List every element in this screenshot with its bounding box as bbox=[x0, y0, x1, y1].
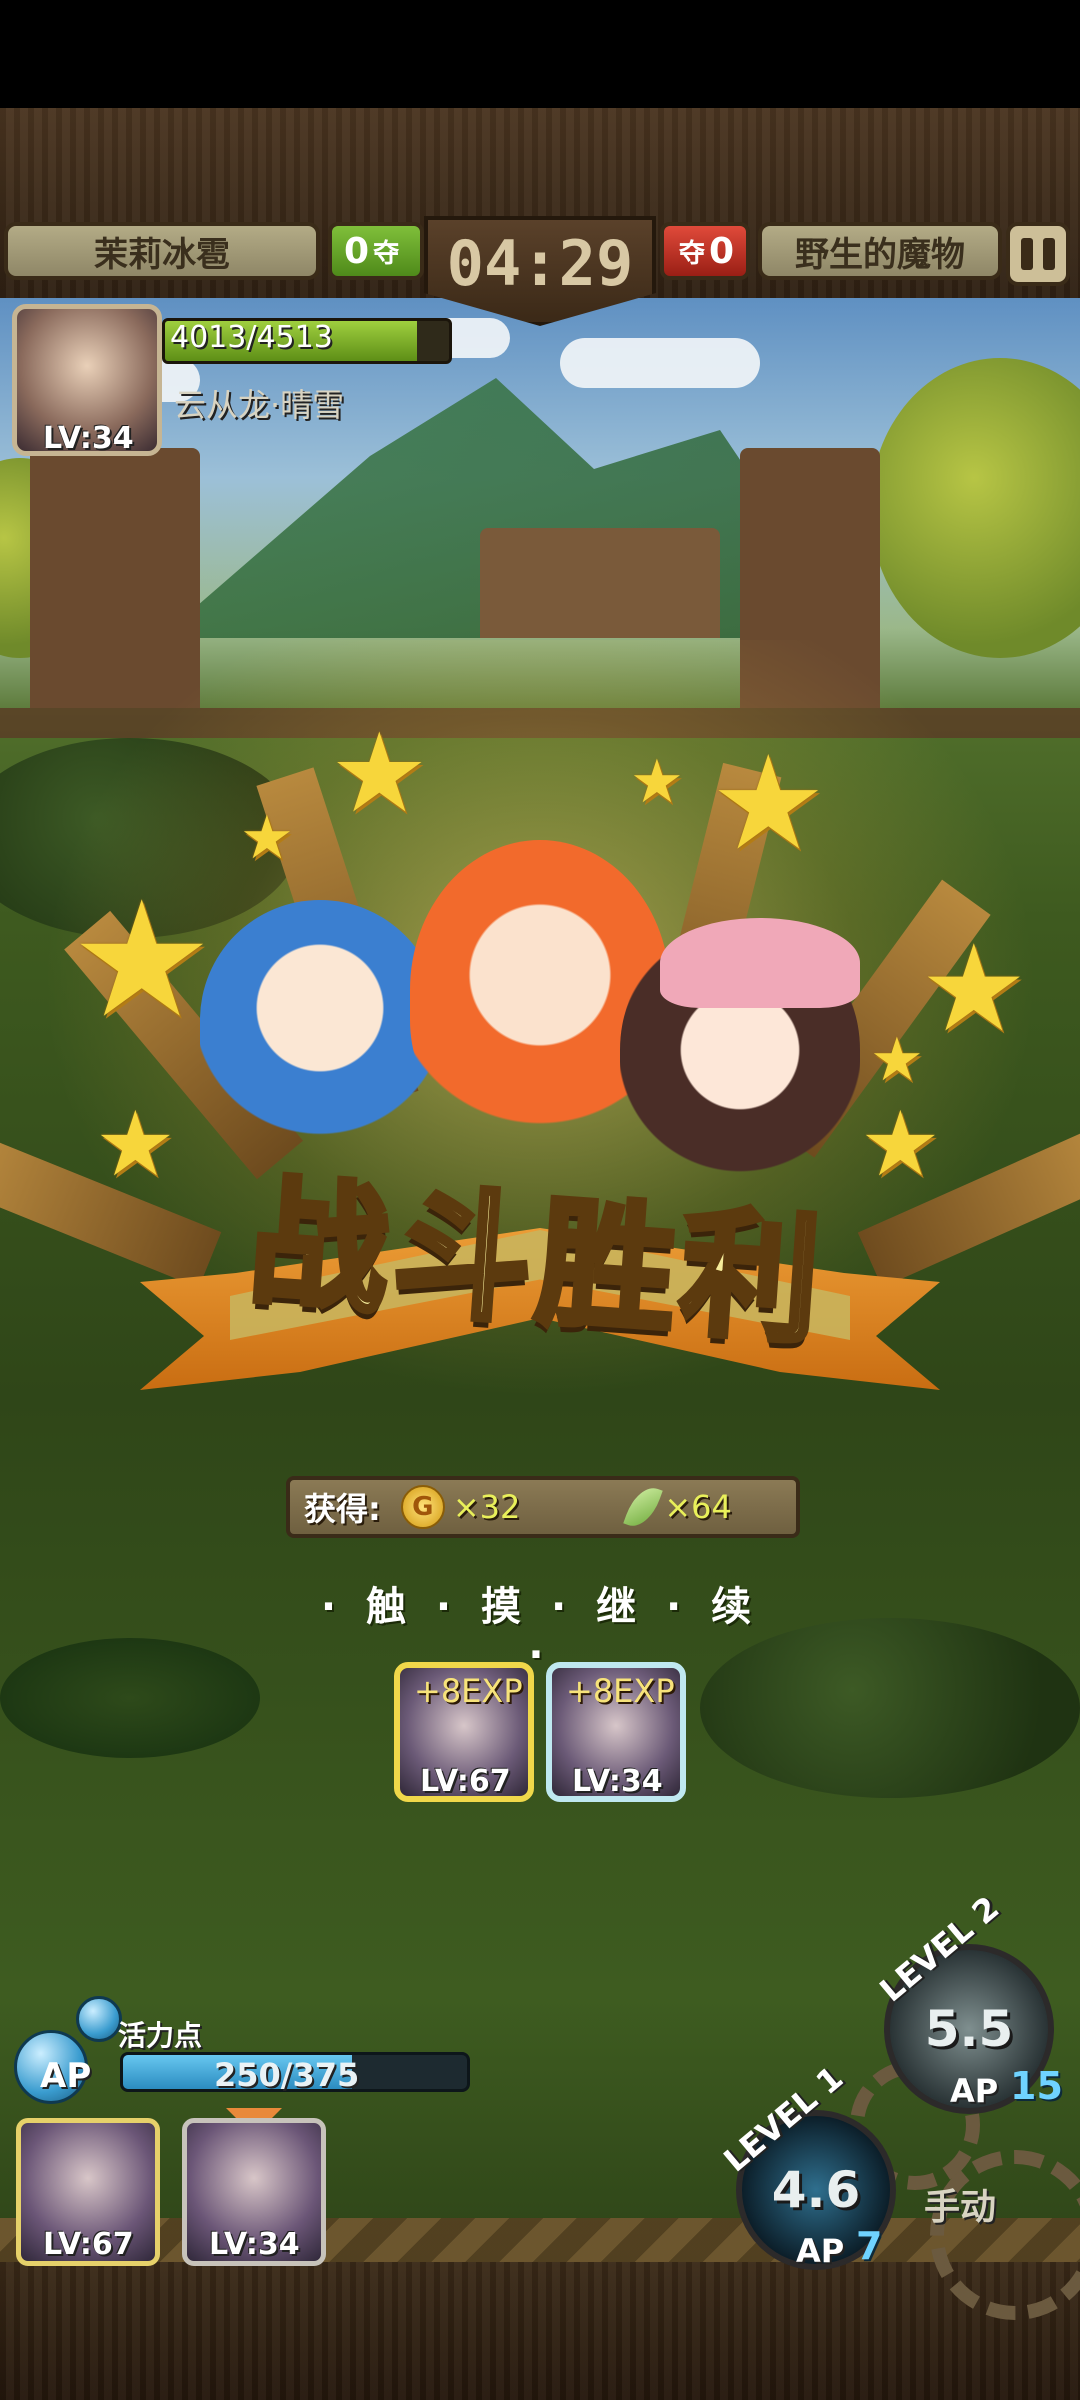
ap-label: 活力点 bbox=[118, 2019, 203, 2052]
gold-coin-icon: G bbox=[400, 1485, 445, 1529]
player-team-name: 茉莉冰雹 bbox=[4, 222, 320, 280]
skill-level1-ap-label: AP bbox=[796, 2232, 845, 2270]
capture-icon: 夺 bbox=[678, 238, 705, 269]
star-icon: ★ bbox=[330, 709, 429, 837]
exp-amount: ×64 bbox=[664, 1488, 732, 1526]
team-card-level: LV:67 bbox=[43, 2227, 134, 2262]
skill-level2-ap-label: AP bbox=[950, 2072, 999, 2110]
ap-badge: AP bbox=[40, 2056, 92, 2096]
active-character-portrait[interactable]: LV:34 bbox=[12, 304, 162, 456]
team-card-1[interactable]: LV:67 bbox=[16, 2118, 160, 2266]
blue-cat-character bbox=[200, 900, 440, 1140]
star-icon: ★ bbox=[70, 866, 214, 1053]
zigzag-border bbox=[0, 2218, 1080, 2268]
star-icon: ★ bbox=[240, 803, 294, 873]
skill-level1-ap-cost: 7 bbox=[856, 2224, 883, 2268]
cloud bbox=[560, 338, 760, 388]
enemy-score: 0 bbox=[708, 230, 734, 272]
enemy-team-name: 野生的魔物 bbox=[758, 222, 1002, 280]
star-icon: ★ bbox=[630, 747, 684, 817]
tree bbox=[870, 358, 1080, 658]
status-bar bbox=[0, 0, 1080, 108]
card-level: LV:67 bbox=[420, 1764, 511, 1799]
ap-orb-small-icon bbox=[76, 1996, 122, 2042]
rewards-label: 获得: bbox=[304, 1490, 381, 1528]
pink-beret bbox=[660, 918, 860, 1008]
manual-mode-button[interactable]: 手动 bbox=[924, 2178, 996, 2230]
star-icon: ★ bbox=[860, 1092, 941, 1197]
star-icon: ★ bbox=[920, 920, 1028, 1059]
player-score: 0 bbox=[344, 230, 370, 272]
touch-to-continue[interactable]: · 触 · 摸 · 继 · 续 · bbox=[300, 1574, 780, 1678]
wood-frame-bottom bbox=[0, 2262, 1080, 2400]
character-level: LV:34 bbox=[43, 421, 134, 456]
grass-tuft bbox=[0, 1638, 260, 1758]
star-icon: ★ bbox=[710, 727, 827, 879]
character-name: 云从龙·晴雪 bbox=[174, 386, 345, 424]
exp-gain: +8EXP bbox=[566, 1672, 675, 1710]
team-card-2[interactable]: LV:34 bbox=[182, 2118, 326, 2266]
exp-gain: +8EXP bbox=[414, 1672, 523, 1710]
coin-amount: ×32 bbox=[452, 1488, 521, 1526]
skill-level2-ap-cost: 15 bbox=[1010, 2064, 1063, 2108]
exp-card-2: +8EXP LV:34 bbox=[546, 1662, 686, 1802]
pause-button[interactable] bbox=[1006, 222, 1070, 286]
house bbox=[480, 528, 720, 638]
hp-text: 4013/4513 bbox=[170, 320, 333, 355]
card-level: LV:34 bbox=[572, 1764, 663, 1799]
skill-level2-value: 5.5 bbox=[924, 2000, 1014, 2058]
exp-card-1: +8EXP LV:67 bbox=[394, 1662, 534, 1802]
player-score-box: 0 夺 bbox=[328, 222, 424, 280]
enemy-score-box: 夺 0 bbox=[660, 222, 750, 280]
ap-value: 250/375 bbox=[214, 2056, 360, 2094]
rewards-bar: 获得: G ×32 ×64 bbox=[286, 1476, 800, 1538]
team-card-level: LV:34 bbox=[209, 2227, 300, 2262]
star-icon: ★ bbox=[95, 1092, 176, 1197]
capture-icon: 夺 bbox=[373, 238, 400, 269]
skill-level1-value: 4.6 bbox=[771, 2161, 861, 2219]
feather-exp-icon bbox=[623, 1481, 664, 1533]
star-icon: ★ bbox=[870, 1025, 924, 1095]
